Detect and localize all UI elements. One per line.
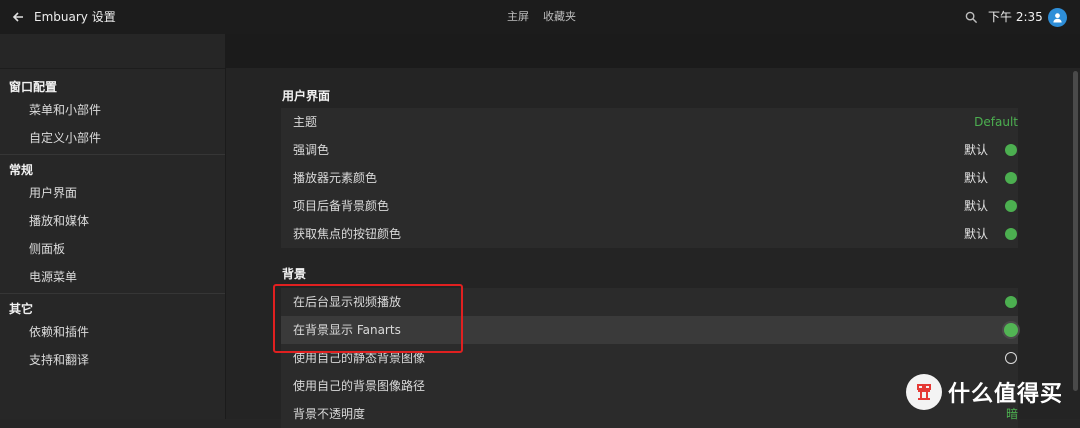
group-user-interface: 主题 Default 强调色 默认 播放器元素颜色 默认 项目后备背景颜色 默认… — [281, 108, 1018, 248]
setting-label: 使用自己的背景图像路径 — [293, 379, 426, 393]
sidebar-item-menu-widgets[interactable]: 菜单和小部件 — [0, 96, 225, 124]
panel-header-bar — [226, 34, 1080, 68]
sidebar-section-general: 常规 — [9, 163, 34, 177]
scrollbar[interactable] — [1073, 71, 1078, 391]
sidebar-section-window: 窗口配置 — [9, 80, 58, 94]
setting-row-theme[interactable]: 主题 Default — [281, 108, 1018, 136]
top-nav: 主屏 收藏夹 — [507, 0, 576, 34]
setting-row-fallback-bg-color[interactable]: 项目后备背景颜色 默认 — [281, 192, 1018, 220]
user-avatar[interactable] — [1048, 8, 1067, 27]
setting-row-show-video-in-background[interactable]: 在后台显示视频播放 — [281, 288, 1018, 316]
top-bar: Embuary 设置 主屏 收藏夹 下午 2:35 — [0, 0, 1080, 34]
sidebar-item-playback-media[interactable]: 播放和媒体 — [0, 207, 225, 235]
setting-row-focus-button-color[interactable]: 获取焦点的按钮颜色 默认 — [281, 220, 1018, 248]
color-swatch-icon — [1005, 200, 1017, 212]
sidebar-item-custom-widgets[interactable]: 自定义小部件 — [0, 124, 225, 152]
setting-value: 默认 — [963, 199, 988, 213]
color-swatch-icon — [1005, 144, 1017, 156]
divider — [0, 154, 225, 155]
watermark-text: 什么值得买 — [948, 382, 1064, 407]
sidebar-item-user-interface[interactable]: 用户界面 — [0, 179, 225, 207]
nav-home[interactable]: 主屏 — [507, 0, 529, 34]
setting-label: 项目后备背景颜色 — [293, 199, 390, 213]
sidebar-section-other: 其它 — [9, 302, 34, 316]
setting-label: 强调色 — [293, 143, 330, 157]
window-title: Embuary 设置 — [34, 10, 116, 24]
sidebar-item-power-menu[interactable]: 电源菜单 — [0, 263, 225, 291]
watermark-logo-icon — [906, 374, 942, 410]
setting-label: 播放器元素颜色 — [293, 171, 378, 185]
settings-panel: 用户界面 主题 Default 强调色 默认 播放器元素颜色 默认 项目后备背景… — [226, 34, 1080, 428]
toggle-off-icon[interactable] — [1005, 352, 1017, 364]
back-arrow-icon[interactable] — [10, 9, 26, 25]
sidebar-item-support[interactable]: 支持和翻译 — [0, 346, 225, 374]
group-title-background: 背景 — [282, 267, 307, 281]
zhi-logo-icon — [917, 384, 931, 400]
nav-favourites[interactable]: 收藏夹 — [543, 0, 576, 34]
setting-label: 在背景显示 Fanarts — [293, 323, 401, 337]
clock: 下午 2:35 — [988, 10, 1043, 24]
color-swatch-icon — [1005, 228, 1017, 240]
divider — [0, 293, 225, 294]
sidebar: 窗口配置 菜单和小部件 自定义小部件 常规 用户界面 播放和媒体 侧面板 电源菜… — [0, 34, 226, 419]
setting-label: 获取焦点的按钮颜色 — [293, 227, 402, 241]
toggle-on-icon[interactable] — [1004, 323, 1018, 337]
sidebar-item-side-panel[interactable]: 侧面板 — [0, 235, 225, 263]
color-swatch-icon — [1005, 172, 1017, 184]
watermark: 什么值得买 — [906, 374, 1063, 410]
setting-label: 使用自己的静态背景图像 — [293, 351, 426, 365]
sidebar-item-dependencies[interactable]: 依赖和插件 — [0, 318, 225, 346]
setting-label: 在后台显示视频播放 — [293, 295, 402, 309]
setting-value: 默认 — [963, 143, 988, 157]
setting-row-own-static-bg[interactable]: 使用自己的静态背景图像 — [281, 344, 1018, 372]
search-icon[interactable] — [965, 11, 978, 24]
toggle-on-icon[interactable] — [1005, 296, 1017, 308]
setting-value: Default — [974, 115, 1018, 129]
setting-label: 主题 — [293, 115, 318, 129]
group-title-user-interface: 用户界面 — [282, 89, 331, 103]
setting-row-show-fanarts[interactable]: 在背景显示 Fanarts — [281, 316, 1018, 344]
setting-value: 默认 — [963, 227, 988, 241]
sidebar-spacer — [0, 34, 225, 69]
user-icon — [1053, 13, 1062, 23]
setting-row-accent-color[interactable]: 强调色 默认 — [281, 136, 1018, 164]
setting-value: 默认 — [963, 171, 988, 185]
setting-row-player-element-color[interactable]: 播放器元素颜色 默认 — [281, 164, 1018, 192]
